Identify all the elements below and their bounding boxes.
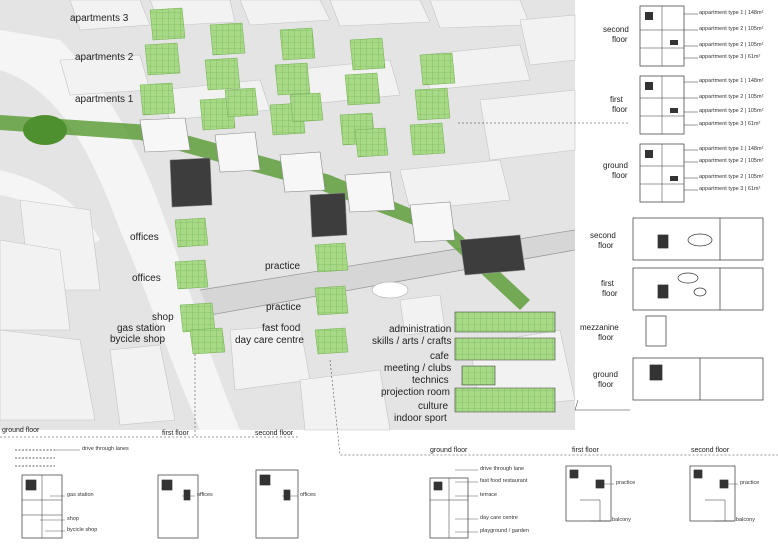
bottom-right-plans — [429, 465, 736, 539]
label-technics: technics — [412, 375, 449, 386]
comm-floor-label-first: first — [601, 279, 614, 288]
apt-type-label: appartment type 1 | 148m² — [699, 146, 764, 152]
bl-label-drive-through: drive through lanes — [82, 446, 129, 452]
architectural-diagram: apartments 3 apartments 2 apartments 1 o… — [0, 0, 778, 549]
apt-type-label: appartment type 2 | 105m² — [699, 158, 764, 164]
label-shop: shop — [152, 312, 174, 323]
br-label-drive-through: drive through lane — [480, 466, 525, 472]
label-gas-station: gas station — [117, 323, 166, 334]
bl-header-ground: ground floor — [2, 427, 40, 434]
br-label-practice-2: practice — [740, 480, 760, 486]
apartment-plans-panel — [639, 5, 698, 203]
label-meeting-clubs: meeting / clubs — [384, 363, 452, 374]
bl-header-first: first floor — [162, 430, 189, 437]
label-indoor-sport: indoor sport — [394, 413, 447, 424]
comm-floor-label-ground: ground — [593, 370, 618, 379]
apt-floor-label-first-floor: floor — [612, 105, 628, 114]
apt-floor-label-first: first — [610, 95, 623, 104]
round-plaza — [371, 281, 409, 299]
label-apartments-2: apartments 2 — [75, 52, 134, 63]
comm-floor-label-mezzanine-floor: floor — [598, 333, 614, 342]
apt-type-label: appartment type 2 | 105m² — [699, 94, 764, 100]
comm-floor-label-second-floor: floor — [598, 241, 614, 250]
br-header-second: second floor — [691, 447, 730, 454]
apt-floor-label-ground-floor: floor — [612, 171, 628, 180]
br-label-balcony-1: balcony — [612, 517, 631, 523]
dark-building-2 — [309, 192, 348, 238]
label-administration: administration — [389, 324, 452, 335]
comm-floor-label-second: second — [590, 231, 616, 240]
apt-floor-label-second: second — [603, 25, 629, 34]
bl-label-offices-1: offices — [197, 492, 213, 498]
apt-type-label: appartment type 3 | 61m² — [699, 121, 761, 127]
br-label-day-care: day care centre — [480, 515, 518, 521]
br-label-playground: playground / garden — [480, 528, 529, 534]
bottom-left-plans — [15, 449, 299, 539]
comm-floor-label-ground-floor: floor — [598, 380, 614, 389]
br-label-fast-food: fast food restaurant — [480, 478, 528, 484]
community-plans-panel — [632, 217, 764, 401]
bl-label-shop: shop — [67, 516, 79, 522]
label-apartments-1: apartments 1 — [75, 94, 134, 105]
dark-building-1 — [169, 157, 213, 208]
bl-header-second: second floor — [255, 430, 294, 437]
apt-type-label: appartment type 2 | 105m² — [699, 42, 764, 48]
dark-building-3 — [459, 234, 526, 276]
apt-type-label: appartment type 2 | 105m² — [699, 26, 764, 32]
label-projection-room: projection room — [381, 387, 450, 398]
diagram-canvas — [0, 0, 778, 539]
label-cafe: cafe — [430, 351, 449, 362]
label-apartments-3: apartments 3 — [70, 13, 129, 24]
label-day-care: day care centre — [235, 335, 304, 346]
label-culture: culture — [418, 401, 449, 412]
br-label-balcony-2: balcony — [736, 517, 755, 523]
label-practice-upper: practice — [265, 261, 301, 272]
br-header-first: first floor — [572, 447, 599, 454]
roundabout-garden — [23, 115, 67, 145]
apt-type-label: appartment type 2 | 105m² — [699, 174, 764, 180]
apt-type-label: appartment type 1 | 148m² — [699, 78, 764, 84]
apt-floor-label-second-floor: floor — [612, 35, 628, 44]
apt-type-label: appartment type 3 | 61m² — [699, 54, 761, 60]
bl-label-offices-2: offices — [300, 492, 316, 498]
apt-floor-label-ground: ground — [603, 161, 628, 170]
label-practice-lower: practice — [266, 302, 302, 313]
bl-label-bicycle-shop: bycicle shop — [67, 527, 98, 533]
apt-type-label: appartment type 1 | 148m² — [699, 10, 764, 16]
bl-label-gas-station: gas station — [67, 492, 94, 498]
label-fast-food: fast food — [262, 323, 301, 334]
apt-type-label: appartment type 3 | 61m² — [699, 186, 761, 192]
label-offices-lower: offices — [132, 273, 161, 284]
br-header-ground: ground floor — [430, 447, 468, 454]
label-skills-arts-crafts: skills / arts / crafts — [372, 336, 452, 347]
label-bicycle-shop: bycicle shop — [110, 334, 166, 345]
comm-floor-label-first-floor: floor — [602, 289, 618, 298]
label-offices-upper: offices — [130, 232, 159, 243]
comm-floor-label-mezzanine: mezzanine — [580, 323, 619, 332]
apt-type-label: appartment type 2 | 105m² — [699, 108, 764, 114]
br-label-terrace: terrace — [480, 492, 498, 498]
br-label-practice-1: practice — [616, 480, 636, 486]
